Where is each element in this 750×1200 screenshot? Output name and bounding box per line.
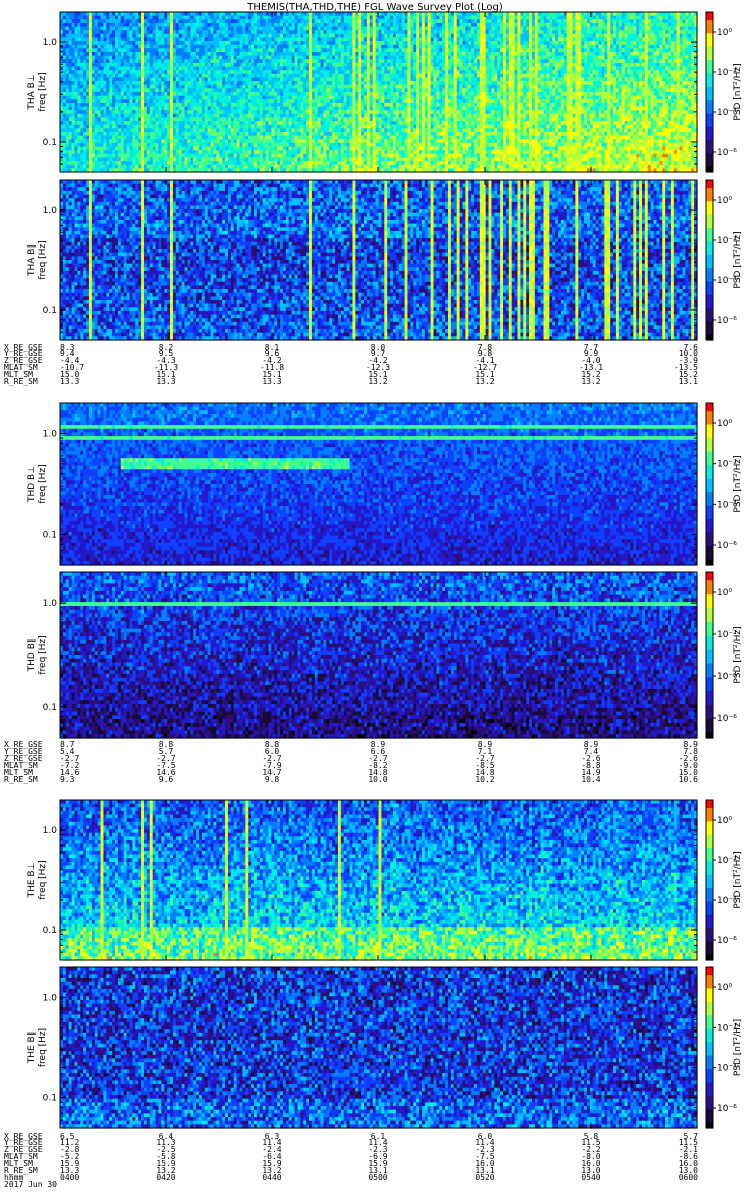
wave-survey-plot: THEMIS(THA,THD,THE) FGL Wave Survey Plot… <box>0 0 750 1200</box>
spectrogram-panel <box>60 12 698 173</box>
plot-title: THEMIS(THA,THD,THE) FGL Wave Survey Plot… <box>246 2 503 13</box>
